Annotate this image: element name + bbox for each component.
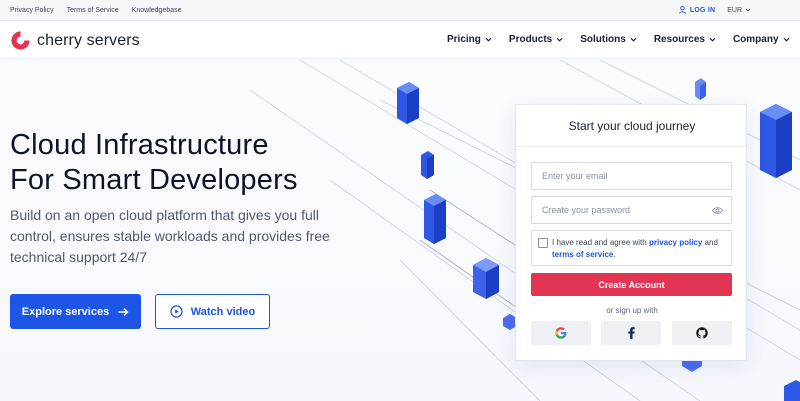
- chevron-down-icon: [783, 37, 789, 42]
- or-sign-up-with: or sign up with: [606, 306, 658, 315]
- agree-suffix: .: [613, 250, 616, 259]
- server-block-9: [784, 380, 800, 401]
- user-icon: [678, 6, 686, 14]
- server-block-3: [424, 194, 446, 244]
- agree-prefix: I have read and agree with: [552, 238, 647, 247]
- nav-item-products[interactable]: Products: [509, 34, 563, 45]
- currency-label: EUR: [727, 6, 742, 14]
- brand-name: cherry servers: [37, 31, 140, 49]
- arrow-right-icon: [118, 307, 129, 316]
- server-block-6: [760, 104, 792, 178]
- server-block-5: [695, 78, 706, 100]
- email-input[interactable]: Enter your email: [531, 162, 732, 190]
- cherry-logo-icon: [11, 31, 30, 50]
- password-placeholder: Create your password: [542, 205, 631, 215]
- github-signup-button[interactable]: [672, 321, 732, 345]
- nav-item-label: Solutions: [580, 34, 626, 45]
- password-input[interactable]: Create your password: [531, 196, 732, 224]
- watch-video-button[interactable]: Watch video: [155, 294, 270, 329]
- nav-item-label: Company: [732, 34, 779, 45]
- hero-title: Cloud Infrastructure For Smart Developer…: [10, 128, 298, 198]
- terms-of-service-link[interactable]: Terms of Service: [67, 7, 119, 14]
- chevron-down-icon: [485, 37, 492, 42]
- signup-card: Start your cloud journey Enter your emai…: [515, 104, 748, 361]
- explore-services-button[interactable]: Explore services: [10, 294, 141, 329]
- terms-of-service-link[interactable]: terms of service: [552, 250, 613, 259]
- chevron-down-icon: [630, 37, 637, 42]
- nav-item-resources[interactable]: Resources: [654, 34, 716, 45]
- utility-links: Privacy Policy Terms of Service Knowledg…: [10, 7, 182, 14]
- email-placeholder: Enter your email: [542, 171, 608, 181]
- login-label: LOG IN: [689, 6, 716, 14]
- hero-title-line-2: For Smart Developers: [10, 164, 298, 196]
- chevron-down-icon: [745, 8, 751, 12]
- explore-services-label: Explore services: [21, 305, 110, 318]
- nav-item-solutions[interactable]: Solutions: [580, 34, 637, 45]
- main-nav: cherry servers Pricing Products Solution…: [0, 21, 800, 59]
- watch-video-label: Watch video: [190, 305, 256, 318]
- agree-text: I have read and agree with privacy polic…: [552, 237, 730, 261]
- hero-title-line-1: Cloud Infrastructure: [10, 129, 269, 161]
- terms-agreement: I have read and agree with privacy polic…: [531, 230, 732, 266]
- chevron-down-icon: [709, 37, 716, 42]
- eye-icon[interactable]: [712, 206, 723, 215]
- facebook-icon: [627, 327, 635, 339]
- currency-select[interactable]: EUR: [727, 7, 751, 14]
- server-block-4: [473, 258, 499, 299]
- chevron-down-icon: [556, 37, 563, 42]
- nav-item-pricing[interactable]: Pricing: [447, 34, 492, 45]
- brand-logo[interactable]: cherry servers: [10, 30, 140, 51]
- nav-item-label: Products: [508, 34, 553, 45]
- nav-item-label: Resources: [653, 34, 705, 45]
- play-circle-icon: [170, 305, 183, 318]
- server-block-2: [421, 151, 434, 179]
- server-block-1: [397, 82, 419, 124]
- create-account-button[interactable]: Create Account: [531, 273, 732, 296]
- privacy-policy-link[interactable]: Privacy Policy: [10, 7, 54, 14]
- knowledgebase-link[interactable]: Knowledgebase: [132, 7, 182, 14]
- github-icon: [696, 327, 708, 339]
- hero-subtitle: Build on an open cloud platform that giv…: [10, 207, 330, 265]
- agree-and: and: [704, 238, 718, 247]
- utility-right: LOG IN EUR: [678, 6, 751, 14]
- nav-item-label: Pricing: [447, 34, 481, 45]
- top-utility-bar: Privacy Policy Terms of Service Knowledg…: [0, 0, 800, 21]
- signup-title: Start your cloud journey: [516, 105, 748, 147]
- google-signup-button[interactable]: [531, 321, 591, 345]
- nav-item-company[interactable]: Company: [733, 34, 790, 45]
- privacy-policy-link[interactable]: privacy policy: [649, 238, 702, 247]
- agree-checkbox[interactable]: [538, 238, 548, 248]
- facebook-signup-button[interactable]: [601, 321, 661, 345]
- google-icon: [555, 327, 567, 339]
- login-link[interactable]: LOG IN: [678, 6, 716, 14]
- nav-menu: Pricing Products Solutions Resources Com…: [447, 34, 800, 45]
